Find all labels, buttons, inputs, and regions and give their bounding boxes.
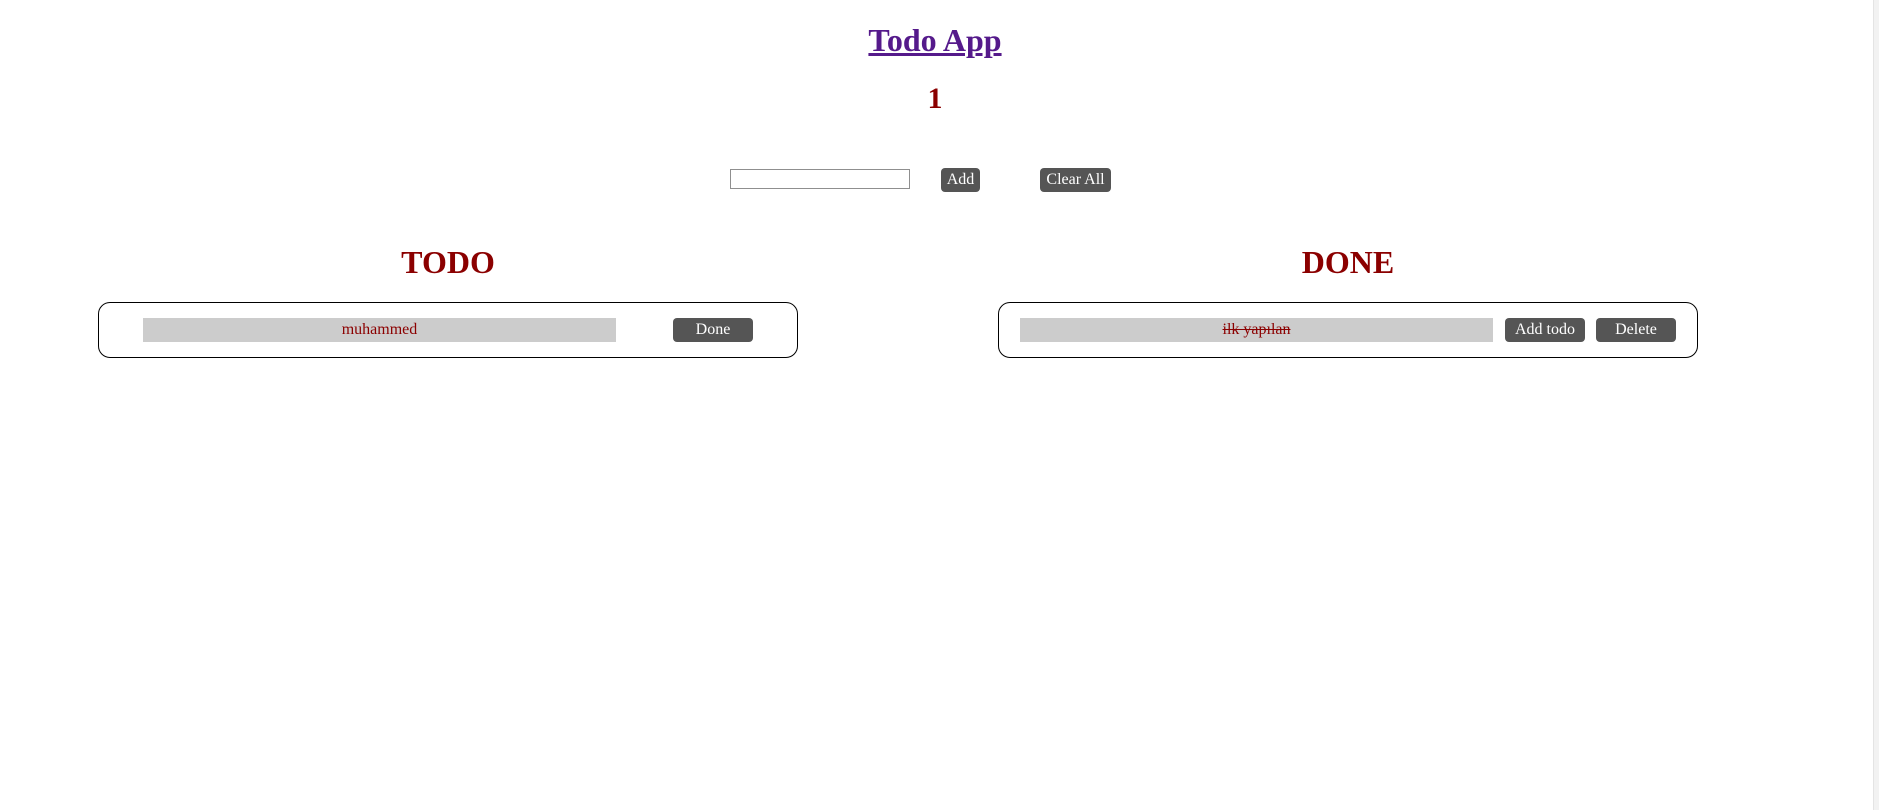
todo-item-card: muhammed Done (98, 302, 798, 358)
done-item-card: ilk yapılan Add todo Delete (998, 302, 1698, 358)
delete-button[interactable]: Delete (1596, 318, 1676, 342)
vertical-scrollbar[interactable] (1873, 0, 1879, 810)
add-button[interactable]: Add (941, 168, 980, 192)
app-title-link[interactable]: Todo App (868, 22, 1001, 58)
page: Todo App 1 Add Clear All TODO DONE muham… (0, 0, 1879, 810)
clear-all-button[interactable]: Clear All (1040, 168, 1111, 192)
todo-heading: TODO (401, 244, 495, 280)
mark-done-button[interactable]: Done (673, 318, 753, 342)
todo-counter: 1 (927, 82, 943, 115)
done-item-text: ilk yapılan (1020, 318, 1493, 342)
app-title: Todo App (0, 18, 1870, 62)
done-heading: DONE (1301, 244, 1395, 280)
todo-input[interactable] (730, 169, 910, 189)
add-todo-button[interactable]: Add todo (1505, 318, 1585, 342)
todo-item-text: muhammed (143, 318, 616, 342)
